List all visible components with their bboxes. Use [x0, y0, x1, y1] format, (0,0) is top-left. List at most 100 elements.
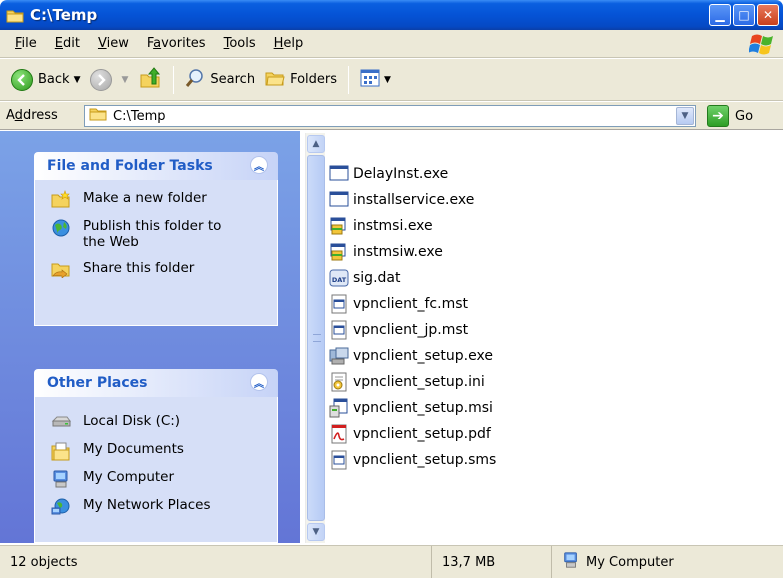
address-dropdown-button[interactable]: ▼: [676, 107, 694, 125]
folder-icon: [89, 107, 107, 125]
list-item[interactable]: DelayInst.exe: [329, 163, 448, 185]
go-label: Go: [735, 108, 754, 124]
list-item[interactable]: DAT sig.dat: [329, 267, 400, 289]
scroll-grip-icon: [313, 334, 321, 342]
close-button[interactable]: ✕: [757, 4, 779, 26]
mst-file-icon: [329, 294, 349, 314]
status-location: My Computer: [552, 546, 783, 578]
status-bar: 12 objects 13,7 MB My Computer: [0, 545, 783, 578]
place-my-network[interactable]: My Network Places: [51, 497, 267, 515]
windows-logo-icon: [748, 32, 775, 56]
views-button[interactable]: ▼: [355, 65, 396, 95]
list-item[interactable]: vpnclient_setup.exe: [329, 345, 493, 367]
other-places-header[interactable]: Other Places ︽: [34, 369, 278, 397]
status-location-text: My Computer: [586, 554, 674, 570]
share-folder-icon: [51, 260, 71, 279]
file-folder-tasks-title: File and Folder Tasks: [47, 158, 213, 174]
menu-file-rest: ile: [21, 36, 37, 51]
list-item[interactable]: vpnclient_setup.pdf: [329, 423, 491, 445]
list-item[interactable]: instmsiw.exe: [329, 241, 443, 263]
menu-file[interactable]: File: [6, 36, 46, 51]
menu-tools[interactable]: Tools: [215, 36, 265, 51]
list-item[interactable]: vpnclient_jp.mst: [329, 319, 468, 341]
my-documents-icon: [51, 441, 71, 461]
list-item[interactable]: vpnclient_setup.msi: [329, 397, 493, 419]
place-my-documents[interactable]: My Documents: [51, 441, 267, 461]
installer-icon: [329, 216, 349, 236]
menu-view[interactable]: View: [89, 36, 138, 51]
menu-edit-rest: dit: [63, 36, 80, 51]
task-share-folder[interactable]: Share this folder: [51, 260, 267, 279]
address-label-rest: dress: [22, 108, 58, 123]
place-label: My Computer: [83, 469, 175, 485]
file-name: vpnclient_setup.exe: [353, 348, 493, 364]
msi-file-icon: [329, 398, 349, 418]
folders-icon: [265, 69, 285, 91]
maximize-button[interactable]: □: [733, 4, 755, 26]
sms-file-icon: [329, 450, 349, 470]
collapse-chevron-icon[interactable]: ︽: [250, 156, 268, 174]
file-name: vpnclient_fc.mst: [353, 296, 468, 312]
list-item[interactable]: vpnclient_setup.ini: [329, 371, 485, 393]
folder-icon: [6, 8, 24, 23]
setup-exe-icon: [329, 346, 349, 366]
pdf-file-icon: [329, 424, 349, 444]
file-name: instmsiw.exe: [353, 244, 443, 260]
exe-window-icon: [329, 164, 349, 184]
menu-edit[interactable]: Edit: [46, 36, 89, 51]
file-name: vpnclient_setup.pdf: [353, 426, 491, 442]
vertical-scrollbar[interactable]: ▲ ▼: [305, 133, 325, 543]
search-icon: [185, 68, 205, 92]
menu-bar: File Edit View Favorites Tools Help: [0, 30, 783, 58]
list-item[interactable]: vpnclient_fc.mst: [329, 293, 468, 315]
address-label-accel: d: [14, 108, 23, 123]
my-computer-icon: [51, 469, 71, 488]
dat-file-icon: DAT: [329, 268, 349, 288]
task-publish-folder[interactable]: Publish this folder to the Web: [51, 218, 267, 250]
task-make-new-folder[interactable]: Make a new folder: [51, 190, 267, 208]
back-arrow-icon: [11, 68, 33, 91]
chevron-up-icon: ▲: [312, 139, 320, 149]
scroll-up-button[interactable]: ▲: [307, 135, 325, 153]
place-label: My Network Places: [83, 497, 211, 513]
other-places-title: Other Places: [47, 375, 148, 391]
address-label-pre: A: [6, 108, 15, 123]
list-item[interactable]: instmsi.exe: [329, 215, 433, 237]
my-network-places-icon: [51, 497, 71, 515]
go-button[interactable]: ➔ Go: [707, 105, 753, 127]
status-size-text: 13,7 MB: [442, 554, 496, 570]
file-name: vpnclient_setup.sms: [353, 452, 497, 468]
folders-button[interactable]: Folders: [260, 65, 342, 95]
my-computer-icon: [562, 551, 580, 573]
list-item[interactable]: vpnclient_setup.sms: [329, 449, 496, 471]
back-button[interactable]: Back ▼: [6, 65, 85, 95]
forward-button[interactable]: ▼: [85, 65, 133, 95]
scroll-thumb[interactable]: [307, 155, 325, 521]
close-icon: ✕: [762, 8, 774, 22]
views-grid-icon: [360, 69, 380, 91]
back-dropdown-icon[interactable]: ▼: [74, 75, 81, 85]
scroll-down-button[interactable]: ▼: [307, 523, 325, 541]
forward-arrow-icon: [90, 68, 113, 91]
file-folder-tasks-header[interactable]: File and Folder Tasks ︽: [34, 152, 278, 180]
title-bar[interactable]: C:\Temp ▁ □ ✕: [0, 0, 783, 30]
mst-file-icon: [329, 320, 349, 340]
place-my-computer[interactable]: My Computer: [51, 469, 267, 488]
menu-view-rest: iew: [106, 36, 129, 51]
address-input[interactable]: C:\Temp ▼: [84, 105, 696, 127]
toolbar-separator: [173, 65, 175, 94]
collapse-chevron-icon[interactable]: ︽: [250, 373, 268, 391]
list-item[interactable]: installservice.exe: [329, 189, 474, 211]
forward-dropdown-icon[interactable]: ▼: [121, 75, 128, 85]
search-label: Search: [210, 72, 256, 87]
new-folder-icon: [51, 190, 71, 208]
status-count-text: 12 objects: [10, 554, 78, 570]
menu-favorites[interactable]: Favorites: [138, 36, 215, 51]
local-disk-icon: [51, 413, 71, 431]
maximize-icon: □: [738, 8, 750, 22]
search-button[interactable]: Search: [180, 65, 260, 95]
menu-help[interactable]: Help: [265, 36, 313, 51]
place-local-disk[interactable]: Local Disk (C:): [51, 413, 267, 431]
up-folder-button[interactable]: [133, 65, 167, 95]
minimize-button[interactable]: ▁: [709, 4, 731, 26]
